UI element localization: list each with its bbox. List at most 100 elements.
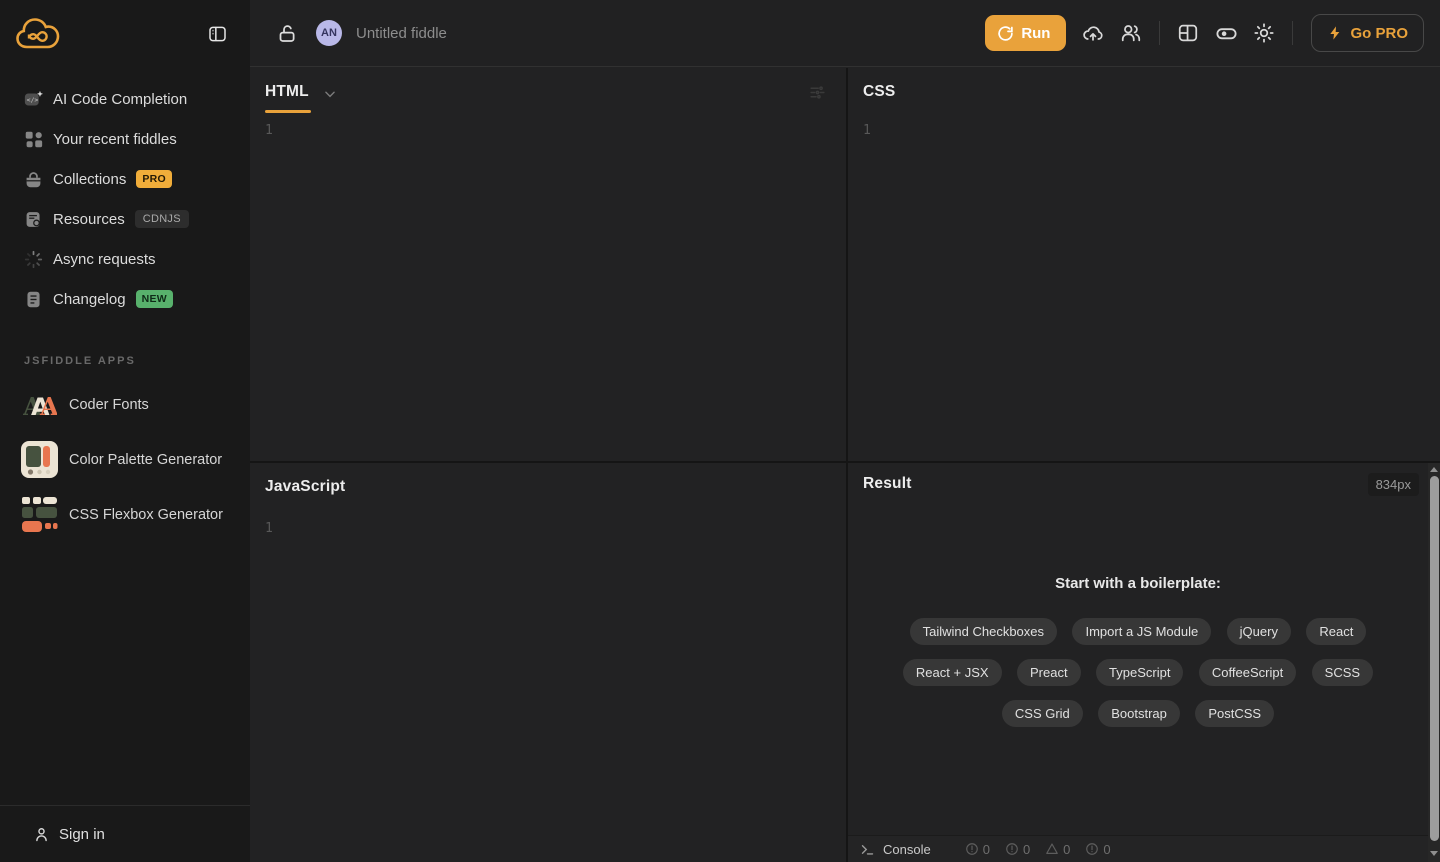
javascript-line-number: 1 bbox=[265, 521, 273, 536]
result-scrollbar[interactable] bbox=[1428, 463, 1440, 862]
panel-settings-sliders-icon[interactable] bbox=[809, 84, 826, 101]
nav-item-label: AI Code Completion bbox=[53, 91, 187, 108]
info-circle-icon bbox=[1005, 842, 1019, 856]
sidebar: </> AI Code Completion Your recent fiddl… bbox=[0, 0, 250, 862]
sidebar-item-collections[interactable]: Collections PRO bbox=[0, 159, 250, 199]
users-icon bbox=[1120, 22, 1142, 44]
error-circle-icon bbox=[965, 842, 979, 856]
scrollbar-up-arrow-icon[interactable] bbox=[1430, 467, 1438, 472]
panel-left-icon bbox=[207, 24, 228, 44]
svg-text:A: A bbox=[39, 392, 57, 419]
editor-settings-toggle-button[interactable] bbox=[1207, 14, 1245, 52]
console-info-counter[interactable]: 0 bbox=[1005, 842, 1030, 857]
result-height-badge: 834px bbox=[1368, 473, 1419, 496]
css-panel-title[interactable]: CSS bbox=[863, 83, 895, 101]
scrollbar-down-arrow-icon[interactable] bbox=[1430, 851, 1438, 856]
info-count: 0 bbox=[1023, 842, 1030, 857]
nav-item-label: Async requests bbox=[53, 251, 156, 268]
sidebar-nav: </> AI Code Completion Your recent fiddl… bbox=[0, 67, 250, 319]
app-item-label: Color Palette Generator bbox=[69, 452, 222, 468]
sidebar-item-recent-fiddles[interactable]: Your recent fiddles bbox=[0, 119, 250, 159]
jsfiddle-logo-icon[interactable] bbox=[14, 14, 62, 54]
app-item-color-palette-generator[interactable]: Color Palette Generator bbox=[0, 432, 250, 487]
new-badge: NEW bbox=[136, 290, 173, 308]
fiddle-title[interactable]: Untitled fiddle bbox=[356, 25, 447, 42]
theme-button[interactable] bbox=[1245, 14, 1283, 52]
dashboard-grid-icon bbox=[24, 130, 43, 149]
error-count: 0 bbox=[983, 842, 990, 857]
console-error-counter[interactable]: 0 bbox=[965, 842, 990, 857]
resources-icon bbox=[24, 210, 43, 229]
boilerplate-react-jsx[interactable]: React + JSX bbox=[903, 659, 1002, 686]
boilerplate-row: Tailwind Checkboxes Import a JS Module j… bbox=[848, 618, 1428, 645]
css-panel[interactable]: CSS 1 bbox=[848, 68, 1440, 461]
app-item-coder-fonts[interactable]: A A A Coder Fonts bbox=[0, 377, 250, 432]
nav-item-label: Changelog bbox=[53, 291, 126, 308]
sidebar-toggle-button[interactable] bbox=[202, 19, 232, 49]
boilerplate-typescript[interactable]: TypeScript bbox=[1096, 659, 1183, 686]
terminal-prompt-icon bbox=[860, 842, 875, 857]
editor-grid: HTML 1 CSS 1 JavaScript 1 Result 834px S… bbox=[250, 68, 1440, 862]
console-warning-counter[interactable]: 0 bbox=[1045, 842, 1070, 857]
boilerplate-scss[interactable]: SCSS bbox=[1312, 659, 1373, 686]
boilerplate-bootstrap[interactable]: Bootstrap bbox=[1098, 700, 1180, 727]
color-palette-icon bbox=[21, 441, 58, 478]
boilerplate-row: React + JSX Preact TypeScript CoffeeScri… bbox=[848, 659, 1428, 686]
svg-text:</>: </> bbox=[27, 96, 39, 104]
run-refresh-icon bbox=[997, 25, 1014, 42]
avatar[interactable]: AN bbox=[316, 20, 342, 46]
sidebar-logo-row bbox=[0, 0, 250, 67]
html-panel-title[interactable]: HTML bbox=[265, 83, 309, 101]
javascript-panel-title[interactable]: JavaScript bbox=[265, 478, 345, 496]
topbar: AN Untitled fiddle Run bbox=[250, 0, 1440, 67]
console-counters: 0 0 0 0 bbox=[965, 842, 1111, 857]
javascript-panel[interactable]: JavaScript 1 bbox=[250, 463, 846, 862]
result-panel-title: Result bbox=[863, 475, 912, 493]
boilerplate-coffeescript[interactable]: CoffeeScript bbox=[1199, 659, 1296, 686]
sidebar-item-resources[interactable]: Resources CDNJS bbox=[0, 199, 250, 239]
save-fiddle-button[interactable] bbox=[1074, 14, 1112, 52]
console-log-counter[interactable]: 0 bbox=[1085, 842, 1110, 857]
css-flexbox-icon bbox=[21, 496, 58, 533]
boilerplate-jquery[interactable]: jQuery bbox=[1227, 618, 1291, 645]
boilerplate-heading: Start with a boilerplate: bbox=[848, 575, 1428, 592]
sidebar-item-changelog[interactable]: Changelog NEW bbox=[0, 279, 250, 319]
html-line-number: 1 bbox=[265, 123, 273, 138]
topbar-actions: Run bbox=[985, 14, 1424, 52]
active-tab-indicator bbox=[265, 110, 311, 113]
toolbar-divider bbox=[1292, 21, 1293, 45]
privacy-lock-button[interactable] bbox=[268, 14, 306, 52]
console-label: Console bbox=[883, 842, 931, 857]
boilerplate-react[interactable]: React bbox=[1306, 618, 1366, 645]
toggle-switch-icon bbox=[1215, 22, 1238, 45]
boilerplate-block: Start with a boilerplate: Tailwind Check… bbox=[848, 575, 1428, 741]
warning-triangle-icon bbox=[1045, 842, 1059, 856]
result-panel: Result 834px Start with a boilerplate: T… bbox=[848, 463, 1440, 862]
boilerplate-preact[interactable]: Preact bbox=[1017, 659, 1081, 686]
collaborate-button[interactable] bbox=[1112, 14, 1150, 52]
boilerplate-css-grid[interactable]: CSS Grid bbox=[1002, 700, 1083, 727]
sidebar-item-ai-code-completion[interactable]: </> AI Code Completion bbox=[0, 79, 250, 119]
scrollbar-thumb[interactable] bbox=[1430, 476, 1439, 841]
html-panel[interactable]: HTML 1 bbox=[250, 68, 846, 461]
person-icon bbox=[33, 826, 50, 843]
boilerplate-postcss[interactable]: PostCSS bbox=[1195, 700, 1274, 727]
sun-icon bbox=[1253, 22, 1275, 44]
nav-item-label: Collections bbox=[53, 171, 126, 188]
sidebar-item-async-requests[interactable]: Async requests bbox=[0, 239, 250, 279]
lightning-bolt-icon bbox=[1327, 25, 1343, 41]
go-pro-label: Go PRO bbox=[1350, 25, 1408, 42]
layout-icon bbox=[1177, 22, 1199, 44]
go-pro-button[interactable]: Go PRO bbox=[1311, 14, 1424, 52]
console-bar[interactable]: Console 0 0 0 bbox=[848, 835, 1428, 862]
sign-in-button[interactable]: Sign in bbox=[0, 805, 250, 862]
chevron-down-icon[interactable] bbox=[323, 87, 337, 101]
boilerplate-import-js-module[interactable]: Import a JS Module bbox=[1072, 618, 1211, 645]
nav-item-label: Resources bbox=[53, 211, 125, 228]
sign-in-label: Sign in bbox=[59, 826, 105, 843]
boilerplate-tailwind-checkboxes[interactable]: Tailwind Checkboxes bbox=[910, 618, 1057, 645]
toolbar-divider bbox=[1159, 21, 1160, 45]
layout-switcher-button[interactable] bbox=[1169, 14, 1207, 52]
run-button[interactable]: Run bbox=[985, 15, 1066, 51]
app-item-css-flexbox-generator[interactable]: CSS Flexbox Generator bbox=[0, 487, 250, 542]
